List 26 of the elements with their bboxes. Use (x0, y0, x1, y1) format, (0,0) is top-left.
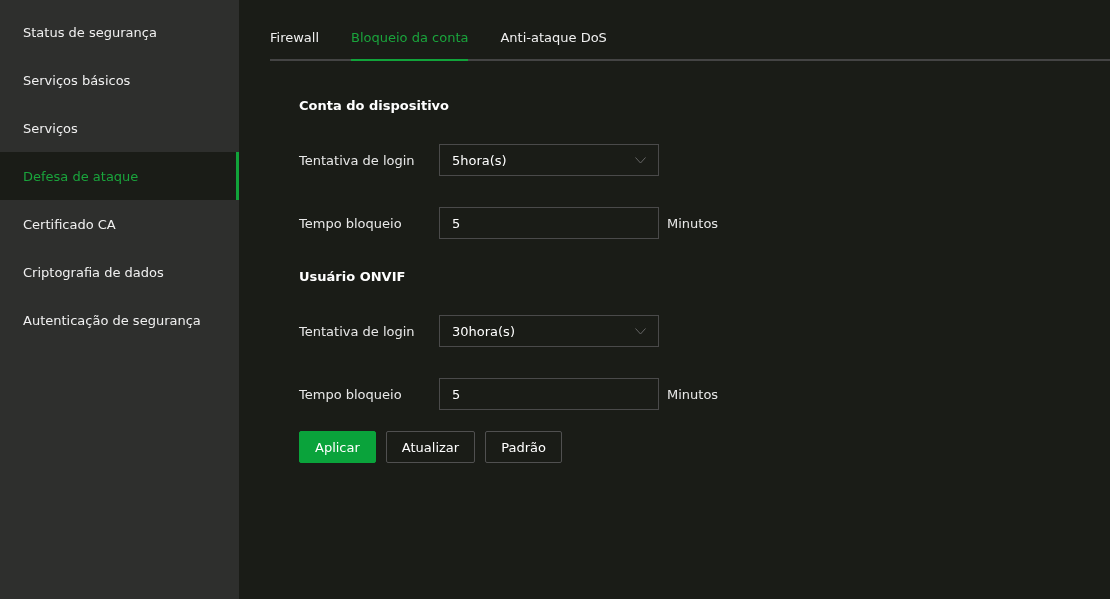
section-title: Conta do dispositivo (299, 98, 450, 115)
tab[interactable]: Bloqueio da conta (351, 11, 469, 61)
unit-label: Minutos (667, 386, 719, 402)
sidebar-item[interactable]: Certificado CA (0, 200, 239, 248)
field-label: Tempo bloqueio (299, 386, 403, 402)
sidebar-item[interactable]: Defesa de ataque (0, 152, 239, 200)
tab[interactable]: Anti-ataque DoS (500, 11, 607, 61)
sidebar-item[interactable]: Serviços básicos (0, 56, 239, 104)
button[interactable]: Padrão (485, 431, 562, 463)
sidebar-item[interactable]: Serviços (0, 104, 239, 152)
chevron-down-icon (635, 156, 646, 164)
field-label: Tentativa de login (299, 152, 416, 168)
dropdown[interactable]: 5hora(s) (439, 144, 659, 176)
sidebar-item[interactable]: Autenticação de segurança (0, 296, 239, 344)
tab[interactable]: Firewall (270, 11, 320, 61)
input-field[interactable]: 5 (439, 378, 659, 410)
field-label: Tentativa de login (299, 323, 416, 339)
sidebar-item[interactable]: Criptografia de dados (0, 248, 239, 296)
section-title: Usuário ONVIF (299, 269, 407, 286)
button[interactable]: Atualizar (385, 431, 476, 463)
dropdown[interactable]: 30hora(s) (439, 315, 659, 347)
chevron-down-icon (635, 327, 646, 335)
sidebar-item[interactable]: Status de segurança (0, 8, 239, 56)
field-label: Tempo bloqueio (299, 215, 403, 231)
input-field[interactable]: 5 (439, 207, 659, 239)
unit-label: Minutos (667, 215, 719, 231)
